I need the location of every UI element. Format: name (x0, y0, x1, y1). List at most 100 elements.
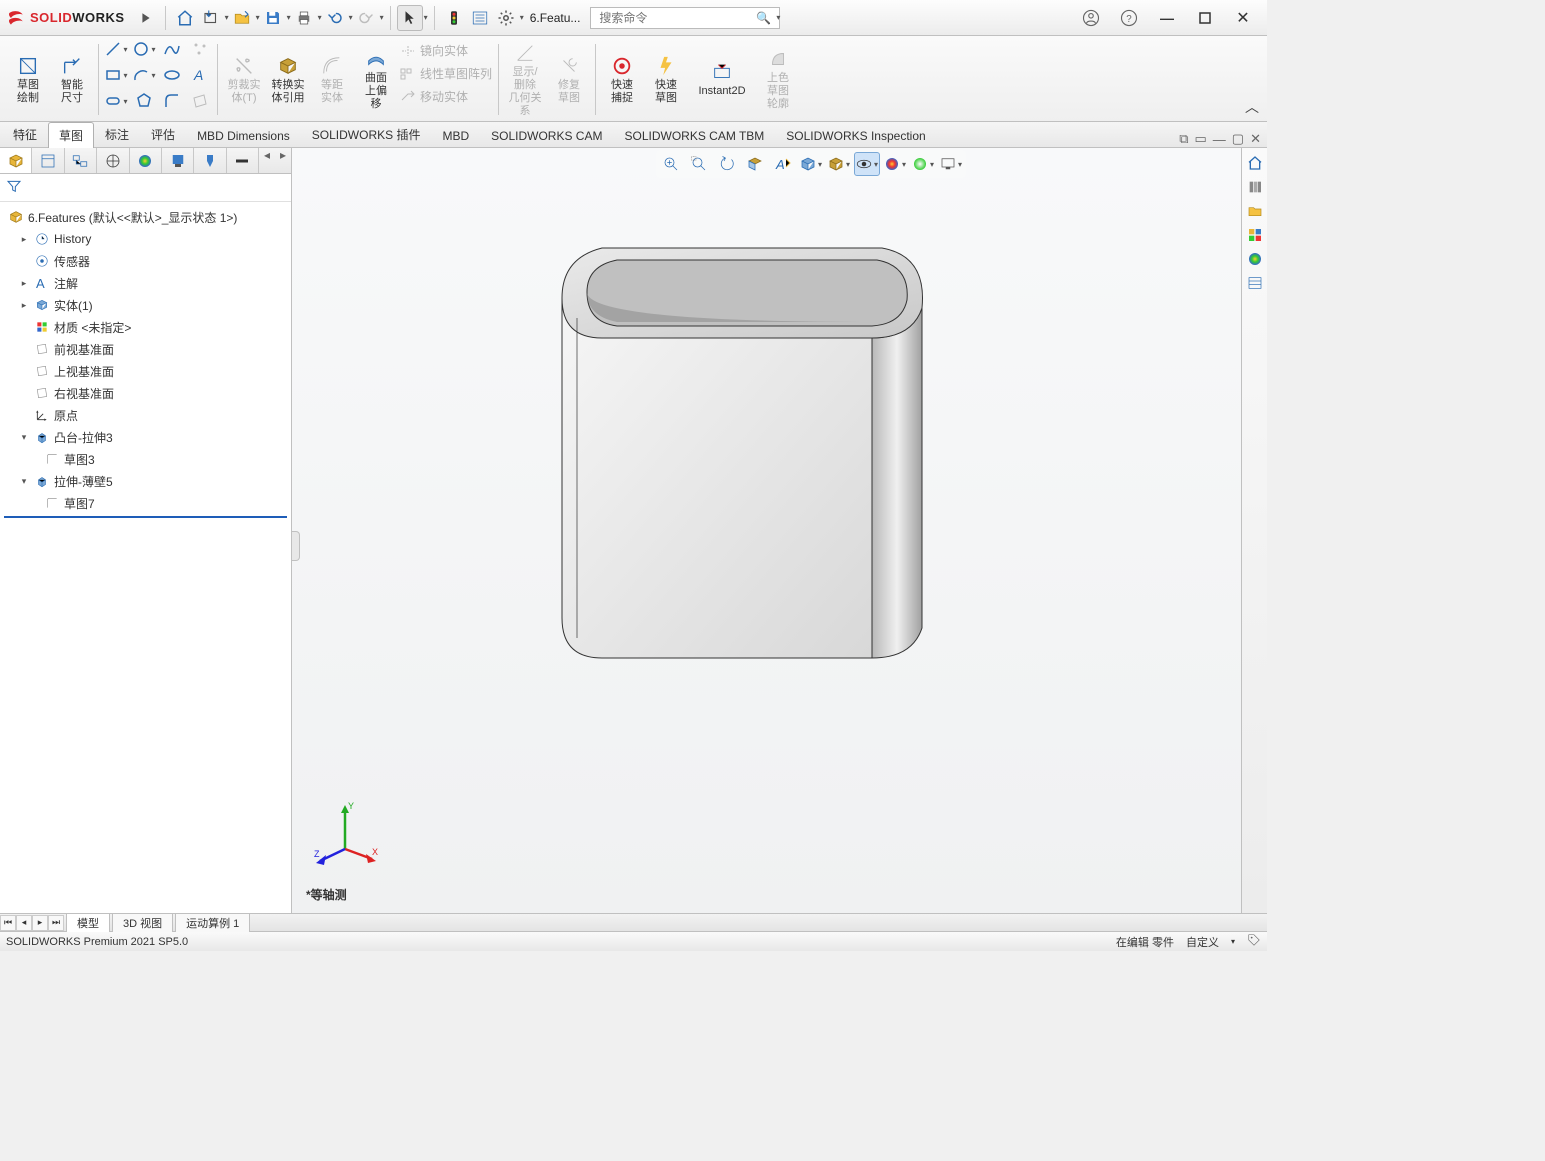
search-input[interactable] (597, 11, 756, 25)
cam-manager-tab[interactable] (162, 148, 194, 173)
undo-icon[interactable] (322, 5, 348, 31)
text-tool-icon[interactable]: A (187, 64, 213, 86)
view-orientation-icon[interactable]: ▾ (798, 152, 824, 176)
tree-annotations[interactable]: ▸A注解 (0, 272, 291, 294)
bottomtab-next-icon[interactable]: ▸ (32, 915, 48, 931)
dimxpert-tab[interactable] (97, 148, 129, 173)
status-custom[interactable]: 自定义 (1186, 934, 1219, 950)
view-settings-icon[interactable]: ▾ (938, 152, 964, 176)
doc-minimize-icon[interactable]: — (1213, 132, 1226, 147)
taskpane-home-icon[interactable] (1244, 152, 1266, 174)
play-icon[interactable] (133, 5, 159, 31)
bottomtab-last-icon[interactable]: ⏭ (48, 915, 64, 931)
filter-icon[interactable] (6, 178, 22, 194)
tab-sketch[interactable]: 草图 (48, 122, 94, 148)
view-triad[interactable]: Y X Z (310, 799, 380, 869)
bottomtab-prev-icon[interactable]: ◂ (16, 915, 32, 931)
polygon-tool-icon[interactable] (131, 90, 157, 112)
save-icon[interactable] (260, 5, 286, 31)
taskpane-view-palette-icon[interactable] (1244, 224, 1266, 246)
help-icon[interactable]: ? (1117, 6, 1141, 30)
cam-tool-tab[interactable] (194, 148, 226, 173)
tab-sw-inspection[interactable]: SOLIDWORKS Inspection (775, 124, 936, 147)
zoom-fit-icon[interactable] (658, 152, 684, 176)
previous-view-icon[interactable] (714, 152, 740, 176)
status-dropdown-icon[interactable]: ▾ (1231, 937, 1235, 946)
smart-dimension-button[interactable]: 智能 尺寸 (54, 51, 90, 109)
feature-manager-tab[interactable] (0, 148, 32, 173)
panel-next-icon[interactable]: ▸ (275, 148, 291, 173)
tree-thin-extrude[interactable]: ▾拉伸-薄壁5 (0, 470, 291, 492)
tree-material[interactable]: 材质 <未指定> (0, 316, 291, 338)
ellipse-tool-icon[interactable] (159, 64, 185, 86)
section-view-icon[interactable] (742, 152, 768, 176)
search-icon[interactable]: 🔍 (756, 11, 771, 25)
tab-features[interactable]: 特征 (2, 121, 48, 147)
open-icon[interactable] (229, 5, 255, 31)
tree-root[interactable]: 6.Features (默认<<默认>_显示状态 1>) (0, 206, 291, 228)
tree-sketch7[interactable]: 草图7 (0, 492, 291, 514)
minimize-button[interactable]: — (1155, 6, 1179, 30)
select-cursor-icon[interactable] (397, 5, 423, 31)
sketch-button[interactable]: 草图 绘制 (10, 51, 46, 109)
tree-front-plane[interactable]: 前视基准面 (0, 338, 291, 360)
tree-history[interactable]: ▸History (0, 228, 291, 250)
inspection-tab[interactable] (227, 148, 259, 173)
options-list-icon[interactable] (467, 5, 493, 31)
part-model[interactable] (432, 188, 992, 748)
slot-tool-icon[interactable]: ▾ (103, 90, 129, 112)
tree-origin[interactable]: 原点 (0, 404, 291, 426)
panel-splitter[interactable] (292, 531, 300, 561)
taskpane-custom-props-icon[interactable] (1244, 272, 1266, 294)
redo-icon[interactable] (353, 5, 379, 31)
edit-appearance-icon[interactable]: ▾ (882, 152, 908, 176)
panel-prev-icon[interactable]: ◂ (259, 148, 275, 173)
status-tag-icon[interactable] (1247, 933, 1261, 950)
property-manager-tab[interactable] (32, 148, 64, 173)
collapse-ribbon-icon[interactable]: ︿ (1245, 97, 1259, 117)
close-button[interactable]: ✕ (1231, 6, 1255, 30)
home-icon[interactable] (172, 5, 198, 31)
configuration-manager-tab[interactable] (65, 148, 97, 173)
traffic-light-icon[interactable] (441, 5, 467, 31)
tree-boss-extrude[interactable]: ▾凸台-拉伸3 (0, 426, 291, 448)
user-account-icon[interactable] (1079, 6, 1103, 30)
tab-sw-cam-tbm[interactable]: SOLIDWORKS CAM TBM (613, 124, 775, 147)
settings-gear-icon[interactable] (493, 5, 519, 31)
doc-tile-icon[interactable]: ▭ (1195, 131, 1207, 147)
point-tool-icon[interactable] (187, 38, 213, 60)
line-tool-icon[interactable]: ▾ (103, 38, 129, 60)
tree-top-plane[interactable]: 上视基准面 (0, 360, 291, 382)
tab-annotate[interactable]: 标注 (94, 121, 140, 147)
display-manager-tab[interactable] (130, 148, 162, 173)
bottomtab-motion[interactable]: 运动算例 1 (175, 913, 250, 932)
spline-tool-icon[interactable] (159, 38, 185, 60)
display-style-icon[interactable]: ▾ (826, 152, 852, 176)
zoom-area-icon[interactable] (686, 152, 712, 176)
tab-mbd-dimensions[interactable]: MBD Dimensions (186, 124, 301, 147)
tab-mbd[interactable]: MBD (431, 124, 480, 147)
circle-tool-icon[interactable]: ▾ (131, 38, 157, 60)
instant2d-button[interactable]: Instant2D (692, 57, 752, 102)
tree-sketch3[interactable]: 草图3 (0, 448, 291, 470)
dynamic-annotation-icon[interactable]: A (770, 152, 796, 176)
graphics-viewport[interactable]: A ▾ ▾ ▾ ▾ ▾ ▾ (292, 148, 1267, 913)
arc-tool-icon[interactable]: ▾ (131, 64, 157, 86)
taskpane-library-icon[interactable] (1244, 176, 1266, 198)
surface-offset-button[interactable]: 曲面 上偏 移 (358, 44, 394, 115)
taskpane-appearances-icon[interactable] (1244, 248, 1266, 270)
tab-evaluate[interactable]: 评估 (140, 121, 186, 147)
plane-tool-icon[interactable] (187, 90, 213, 112)
doc-restore-icon[interactable]: ⧉ (1179, 131, 1188, 147)
recent-icon[interactable] (198, 5, 224, 31)
maximize-button[interactable] (1193, 6, 1217, 30)
tree-solid-bodies[interactable]: ▸实体(1) (0, 294, 291, 316)
bottomtab-first-icon[interactable]: ⏮ (0, 915, 16, 931)
rectangle-tool-icon[interactable]: ▾ (103, 64, 129, 86)
tree-sensors[interactable]: 传感器 (0, 250, 291, 272)
hide-show-icon[interactable]: ▾ (854, 152, 880, 176)
print-icon[interactable] (291, 5, 317, 31)
tree-right-plane[interactable]: 右视基准面 (0, 382, 291, 404)
quick-snap-button[interactable]: 快速 捕捉 (604, 51, 640, 109)
fillet-tool-icon[interactable] (159, 90, 185, 112)
